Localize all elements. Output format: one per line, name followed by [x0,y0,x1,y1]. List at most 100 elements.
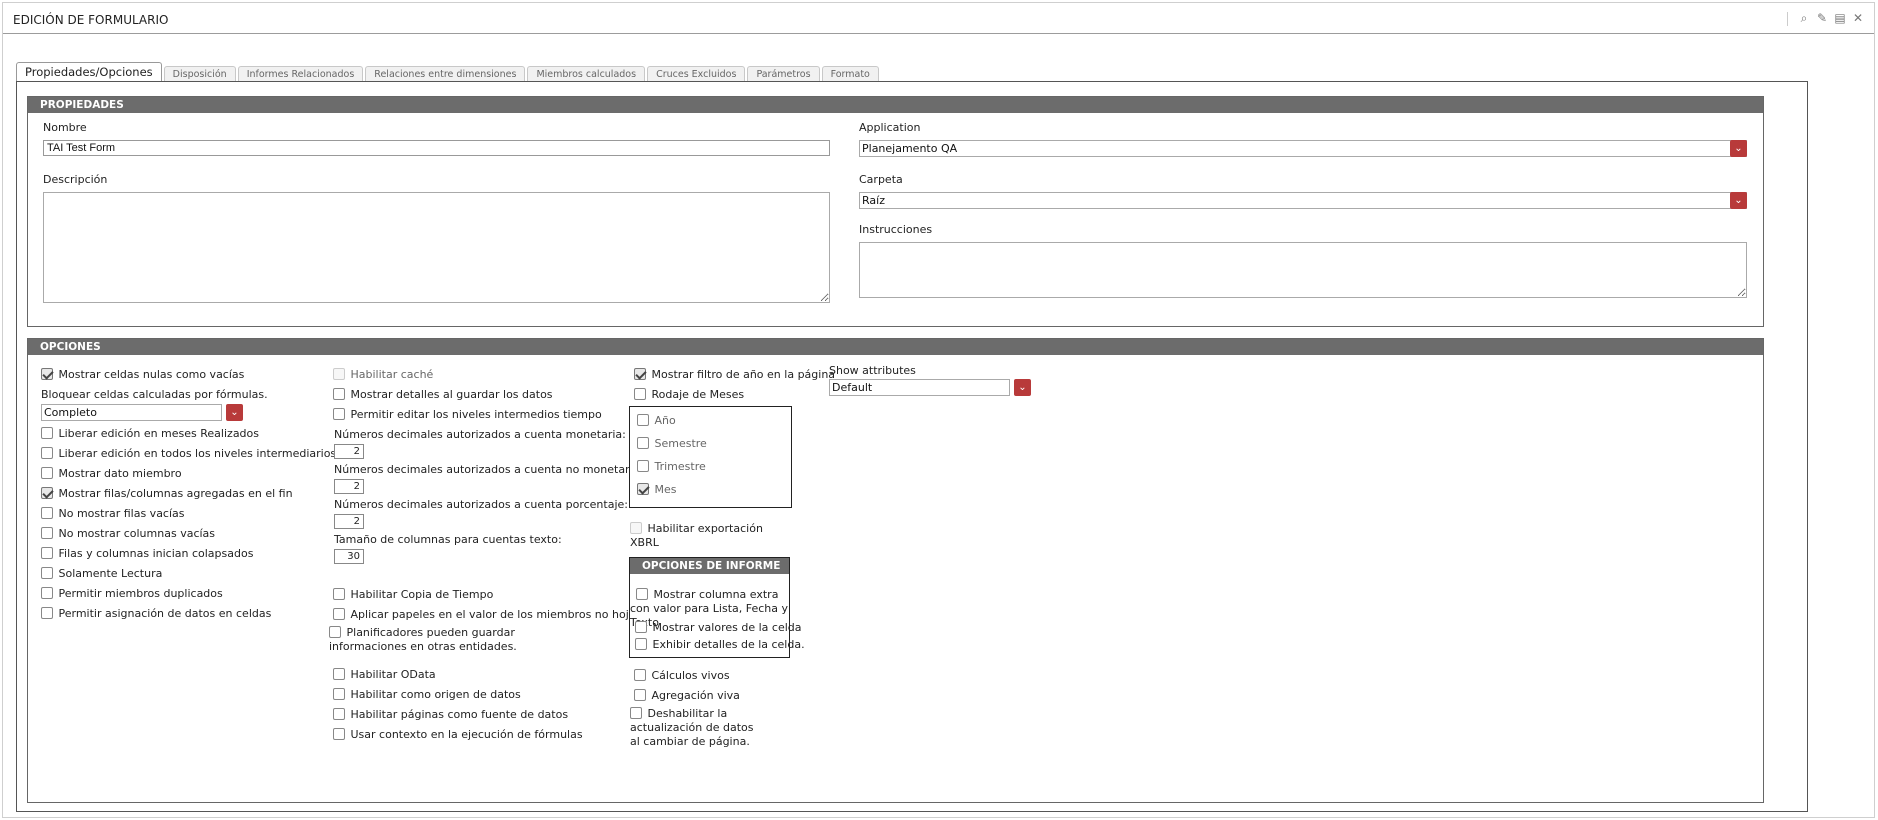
option-release-all[interactable]: Liberar edición en todos los niveles int… [41,447,336,460]
release-all-checkbox[interactable] [41,447,53,459]
duplicates-checkbox[interactable] [41,587,53,599]
option-read-only[interactable]: Solamente Lectura [41,567,162,580]
option-datasource[interactable]: Habilitar como origen de datos [333,688,521,701]
close-icon[interactable]: ✕ [1852,12,1864,24]
data-assign-checkbox[interactable] [41,607,53,619]
option-no-empty-rows[interactable]: No mostrar filas vacías [41,507,185,520]
option-live-agg[interactable]: Agregación viva [634,689,740,702]
edit-icon[interactable]: ✎ [1816,12,1828,24]
period-semester-checkbox[interactable] [637,437,649,449]
show-values-checkbox[interactable] [635,621,647,633]
read-only-checkbox[interactable] [41,567,53,579]
xbrl-checkbox[interactable] [630,522,642,534]
option-disable-update[interactable]: Deshabilitar la actualización de datos a… [630,707,760,749]
cache-checkbox[interactable] [333,368,345,380]
live-agg-checkbox[interactable] [634,689,646,701]
option-time-copy[interactable]: Habilitar Copia de Tiempo [333,588,493,601]
period-month[interactable]: Mes [637,483,677,496]
apply-roles-checkbox[interactable] [333,608,345,620]
save-icon[interactable]: ▤ [1834,12,1846,24]
edit-time-checkbox[interactable] [333,408,345,420]
block-cells-dropdown-icon[interactable]: ⌄ [226,404,243,421]
dec-nonmonetary-input[interactable]: 2 [334,479,364,494]
tab-panel: PROPIEDADES Nombre Descripción Applicati… [16,81,1808,812]
period-year-checkbox[interactable] [637,414,649,426]
odata-checkbox[interactable] [333,668,345,680]
tab-layout[interactable]: Disposición [163,66,236,82]
application-select[interactable]: Planejamento QA [859,140,1747,157]
dec-monetary-input[interactable]: 2 [334,444,364,459]
folder-select[interactable]: Raíz [859,192,1747,209]
show-null-checkbox[interactable] [41,368,53,380]
description-textarea[interactable] [43,192,830,303]
year-filter-checkbox[interactable] [634,368,646,380]
option-odata[interactable]: Habilitar OData [333,668,436,681]
tab-excluded-crossings[interactable]: Cruces Excluidos [647,66,746,82]
instructions-textarea[interactable] [859,242,1747,298]
release-realized-checkbox[interactable] [41,427,53,439]
extra-column-checkbox[interactable] [636,588,648,600]
col-size-input[interactable]: 30 [334,549,364,564]
tab-calculated-members[interactable]: Miembros calculados [527,66,646,82]
option-year-filter[interactable]: Mostrar filtro de año en la página [634,368,835,381]
option-apply-roles[interactable]: Aplicar papeles en el valor de los miemb… [333,608,636,621]
option-pages-source[interactable]: Habilitar páginas como fuente de datos [333,708,568,721]
application-dropdown-icon[interactable]: ⌄ [1730,140,1747,157]
option-rolling[interactable]: Rodaje de Meses [634,388,744,401]
option-collapsed[interactable]: Filas y columnas inician colapsados [41,547,253,560]
show-aggregated-checkbox[interactable] [41,487,53,499]
option-edit-time[interactable]: Permitir editar los niveles intermedios … [333,408,602,421]
collapsed-checkbox[interactable] [41,547,53,559]
option-show-aggregated[interactable]: Mostrar filas/columnas agregadas en el f… [41,487,293,500]
option-show-member[interactable]: Mostrar dato miembro [41,467,182,480]
name-label: Nombre [43,121,87,134]
option-release-realized[interactable]: Liberar edición en meses Realizados [41,427,259,440]
disable-update-checkbox[interactable] [630,707,642,719]
folder-dropdown-icon[interactable]: ⌄ [1730,192,1747,209]
rolling-checkbox[interactable] [634,388,646,400]
option-live-calc[interactable]: Cálculos vivos [634,669,730,682]
context-checkbox[interactable] [333,728,345,740]
no-empty-cols-checkbox[interactable] [41,527,53,539]
period-month-checkbox[interactable] [637,483,649,495]
tab-related-reports[interactable]: Informes Relacionados [237,66,364,82]
name-input[interactable] [43,140,830,156]
tab-parameters[interactable]: Parámetros [747,66,820,82]
option-show-details[interactable]: Mostrar detalles al guardar los datos [333,388,553,401]
option-data-assign[interactable]: Permitir asignación de datos en celdas [41,607,271,620]
show-attributes-select[interactable]: Default [829,379,1010,396]
show-member-checkbox[interactable] [41,467,53,479]
show-attributes-dropdown-icon[interactable]: ⌄ [1014,379,1031,396]
dec-percent-input[interactable]: 2 [334,514,364,529]
tab-format[interactable]: Formato [821,66,879,82]
no-empty-rows-checkbox[interactable] [41,507,53,519]
option-planners[interactable]: Planificadores pueden guardar informacio… [329,626,519,654]
period-quarter-checkbox[interactable] [637,460,649,472]
period-year[interactable]: Año [637,414,676,427]
title-actions: ⌕ ✎ ▤ ✕ [1787,12,1864,26]
option-show-values[interactable]: Mostrar valores de la celda [635,621,802,634]
option-context[interactable]: Usar contexto en la ejecución de fórmula… [333,728,583,741]
block-cells-label: Bloquear celdas calculadas por fórmulas. [41,388,268,401]
option-cell-details[interactable]: Exhibir detalles de la celda. [635,638,805,651]
pages-source-checkbox[interactable] [333,708,345,720]
tab-dimension-relations[interactable]: Relaciones entre dimensiones [365,66,526,82]
option-show-null[interactable]: Mostrar celdas nulas como vacías [41,368,244,381]
option-no-empty-cols[interactable]: No mostrar columnas vacías [41,527,215,540]
period-quarter[interactable]: Trimestre [637,460,706,473]
cell-details-checkbox[interactable] [635,638,647,650]
options-header: OPCIONES [28,339,1763,355]
period-semester[interactable]: Semestre [637,437,707,450]
tab-properties-options[interactable]: Propiedades/Opciones [16,62,162,82]
block-cells-select[interactable]: Completo [41,404,222,421]
time-copy-checkbox[interactable] [333,588,345,600]
pin-icon[interactable]: ⌕ [1798,12,1810,24]
live-calc-checkbox[interactable] [634,669,646,681]
datasource-checkbox[interactable] [333,688,345,700]
option-cache[interactable]: Habilitar caché [333,368,433,381]
option-xbrl[interactable]: Habilitar exportación XBRL [630,522,765,550]
planners-checkbox[interactable] [329,626,341,638]
option-duplicates[interactable]: Permitir miembros duplicados [41,587,223,600]
title-bar: EDICIÓN DE FORMULARIO ⌕ ✎ ▤ ✕ [3,3,1874,34]
show-details-checkbox[interactable] [333,388,345,400]
